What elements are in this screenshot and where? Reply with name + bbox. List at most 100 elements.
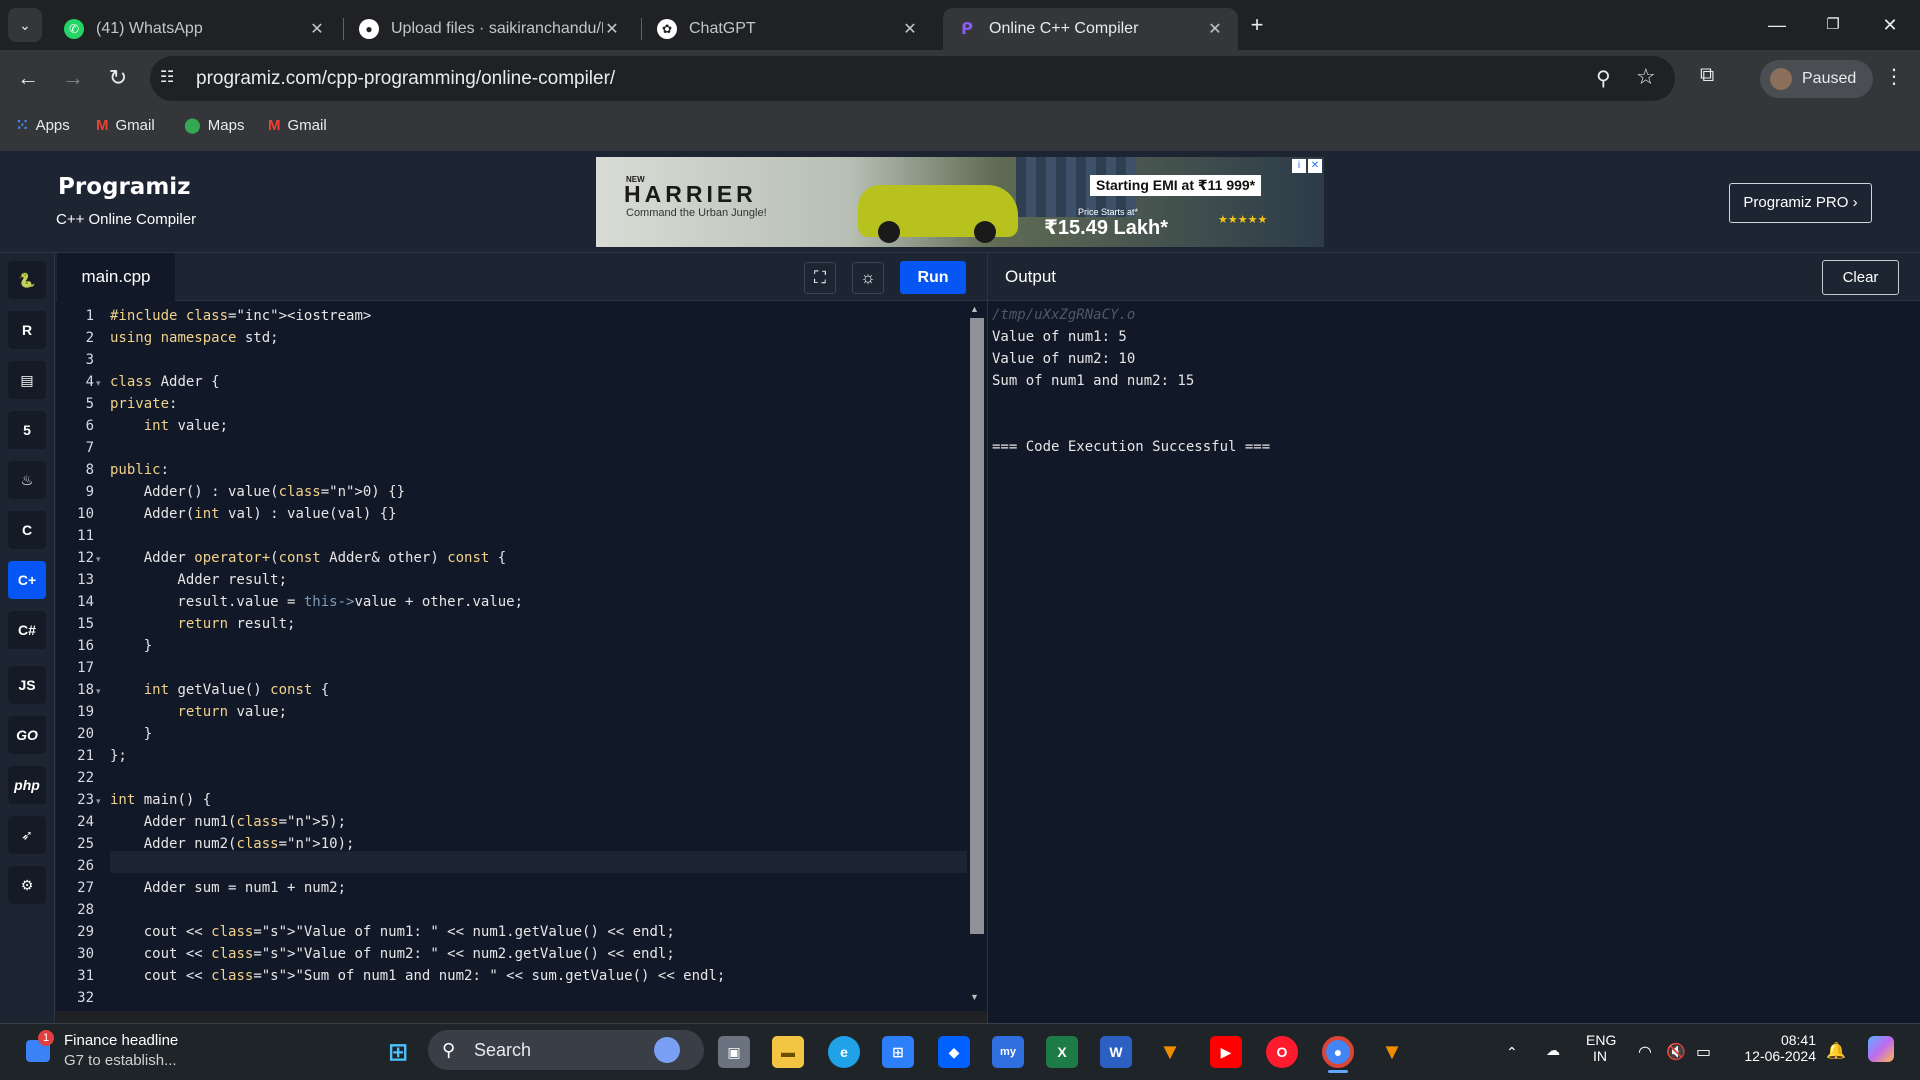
bookmark-gmail[interactable]: M Gmail xyxy=(96,114,155,136)
notification-bell-icon[interactable]: 🔔 xyxy=(1826,1041,1846,1061)
code-line[interactable]: Adder operator+(const Adder& other) cons… xyxy=(110,550,507,566)
code-line[interactable]: #include class="inc"><iostream> xyxy=(110,308,371,324)
sql-icon[interactable]: ▤ xyxy=(8,361,46,399)
tab-chatgpt[interactable]: ✿ ChatGPT ✕ xyxy=(643,8,933,50)
js-icon[interactable]: JS xyxy=(8,666,46,704)
file-tab-main-cpp[interactable]: main.cpp xyxy=(57,253,175,301)
code-line[interactable]: }; xyxy=(110,748,127,764)
code-line[interactable]: class Adder { xyxy=(110,374,220,390)
code-line[interactable]: private: xyxy=(110,396,177,412)
code-line[interactable]: return value; xyxy=(110,704,287,720)
bookmark-gmail-2[interactable]: M Gmail xyxy=(268,114,327,136)
c-icon[interactable]: C xyxy=(8,511,46,549)
bookmark-star-icon[interactable]: ☆ xyxy=(1636,64,1656,90)
code-line[interactable]: int value; xyxy=(110,418,228,434)
close-tab-icon[interactable]: ✕ xyxy=(603,19,621,39)
csharp-icon[interactable]: C# xyxy=(8,611,46,649)
advertisement-banner[interactable]: NEW HARRIER Command the Urban Jungle! St… xyxy=(596,157,1324,247)
copilot-icon[interactable] xyxy=(654,1037,680,1063)
code-line[interactable]: Adder result; xyxy=(110,572,287,588)
code-line[interactable]: cout << class="s">"Sum of num1 and num2:… xyxy=(110,968,726,984)
new-tab-button[interactable]: + xyxy=(1244,12,1270,38)
clock[interactable]: 08:41 12-06-2024 xyxy=(1736,1032,1816,1064)
zoom-icon[interactable]: ⚲ xyxy=(1596,66,1611,91)
fold-arrow-icon[interactable]: ▾ xyxy=(96,796,101,807)
code-line[interactable]: return result; xyxy=(110,616,295,632)
code-editor[interactable]: 1 #include class="inc"><iostream> 2 using n… xyxy=(56,301,1023,1011)
close-tab-icon[interactable]: ✕ xyxy=(1206,19,1224,39)
battery-icon[interactable]: ▭ xyxy=(1696,1042,1711,1062)
language-indicator[interactable]: ENG IN xyxy=(1586,1032,1616,1064)
fold-arrow-icon[interactable]: ▾ xyxy=(96,378,101,389)
editor-scrollbar-thumb[interactable] xyxy=(970,318,984,934)
url-text[interactable]: programiz.com/cpp-programming/online-com… xyxy=(196,68,615,90)
dropbox-icon[interactable]: ◆ xyxy=(938,1036,970,1068)
show-hidden-icons-icon[interactable]: ⌃ xyxy=(1506,1044,1518,1061)
code-line[interactable]: cout << class="s">"Value of num2: " << n… xyxy=(110,946,675,962)
store-icon[interactable]: ⊞ xyxy=(882,1036,914,1068)
scroll-down-arrow-icon[interactable]: ▼ xyxy=(970,992,979,1002)
bookmark-maps[interactable]: ⬤ Maps xyxy=(184,114,244,136)
forward-button[interactable]: → xyxy=(55,60,91,96)
news-widget[interactable]: 1 Finance headline G7 to establish... xyxy=(22,1028,192,1074)
task-view-icon[interactable]: ▣ xyxy=(718,1036,750,1068)
site-info-icon[interactable]: ☷ xyxy=(160,67,182,89)
clear-button[interactable]: Clear xyxy=(1822,260,1899,295)
java-icon[interactable]: ♨ xyxy=(8,461,46,499)
python-icon[interactable]: 🐍 xyxy=(8,261,46,299)
code-line[interactable]: } xyxy=(110,726,152,742)
scroll-up-arrow-icon[interactable]: ▲ xyxy=(970,304,979,314)
programiz-logo[interactable]: Programiz xyxy=(58,174,191,200)
tab-github[interactable]: ● Upload files · saikiranchandu/D ✕ xyxy=(345,8,635,50)
vlc2-icon[interactable]: ▼ xyxy=(1376,1036,1408,1068)
php-icon[interactable]: php xyxy=(8,766,46,804)
file-explorer-icon[interactable]: ▬ xyxy=(772,1036,804,1068)
programiz-pro-button[interactable]: Programiz PRO › xyxy=(1729,183,1872,223)
close-window-button[interactable]: ✕ xyxy=(1870,10,1910,40)
code-line[interactable]: } xyxy=(110,638,152,654)
close-tab-icon[interactable]: ✕ xyxy=(901,19,919,39)
fold-arrow-icon[interactable]: ▾ xyxy=(96,686,101,697)
fullscreen-button[interactable]: ⛶ xyxy=(804,262,836,294)
tab-online-cpp-compiler[interactable]: ᑭ Online C++ Compiler ✕ xyxy=(943,8,1238,50)
tab-search-button[interactable]: ⌄ xyxy=(8,8,42,42)
back-button[interactable]: ← xyxy=(10,60,46,96)
code-line[interactable]: Adder num2(class="n">10); xyxy=(110,836,355,852)
restore-button[interactable]: ❐ xyxy=(1813,10,1853,40)
code-line[interactable]: Adder num1(class="n">5); xyxy=(110,814,346,830)
code-line[interactable]: using namespace std; xyxy=(110,330,279,346)
cpp-icon[interactable]: C+ xyxy=(8,561,46,599)
opera-icon[interactable]: O xyxy=(1266,1036,1298,1068)
run-button[interactable]: Run xyxy=(900,261,966,294)
go-icon[interactable]: GO xyxy=(8,716,46,754)
menu-kebab-icon[interactable]: ⋮ xyxy=(1884,64,1904,89)
profile-button[interactable]: Paused xyxy=(1760,60,1873,98)
onedrive-icon[interactable]: ☁ xyxy=(1546,1042,1560,1059)
code-line[interactable]: cout << class="s">"Value of num1: " << n… xyxy=(110,924,675,940)
wifi-icon[interactable]: ◠ xyxy=(1638,1042,1652,1062)
ad-info-icon[interactable]: i xyxy=(1292,159,1306,173)
copilot-tray-icon[interactable] xyxy=(1868,1036,1894,1062)
fold-arrow-icon[interactable]: ▾ xyxy=(96,554,101,565)
start-icon[interactable]: ⊞ xyxy=(382,1036,414,1068)
edge-icon[interactable]: e xyxy=(828,1036,860,1068)
excel-icon[interactable]: X xyxy=(1046,1036,1078,1068)
code-line[interactable]: int main() { xyxy=(110,792,211,808)
code-line[interactable]: Adder() : value(class="n">0) {} xyxy=(110,484,405,500)
html-icon[interactable]: 5 xyxy=(8,411,46,449)
speaker-muted-icon[interactable]: 🔇 xyxy=(1666,1042,1686,1062)
extensions-icon[interactable]: ⧉ xyxy=(1700,64,1714,87)
theme-toggle-button[interactable]: ☼ xyxy=(852,262,884,294)
reload-button[interactable]: ↻ xyxy=(100,60,136,96)
code-line[interactable]: Adder sum = num1 + num2; xyxy=(110,880,346,896)
swift-icon[interactable]: ➶ xyxy=(8,816,46,854)
code-line[interactable]: public: xyxy=(110,462,169,478)
bookmark-apps[interactable]: ⁙ Apps xyxy=(16,114,70,136)
tab-whatsapp[interactable]: ✆ (41) WhatsApp ✕ xyxy=(50,8,340,50)
word-icon[interactable]: W xyxy=(1100,1036,1132,1068)
close-tab-icon[interactable]: ✕ xyxy=(308,19,326,39)
vlc-icon[interactable]: ▼ xyxy=(1154,1036,1186,1068)
code-line[interactable]: result.value = this->value + other.value… xyxy=(110,594,523,610)
chrome-icon[interactable]: ● xyxy=(1322,1036,1354,1068)
code-line[interactable]: Adder(int val) : value(val) {} xyxy=(110,506,397,522)
